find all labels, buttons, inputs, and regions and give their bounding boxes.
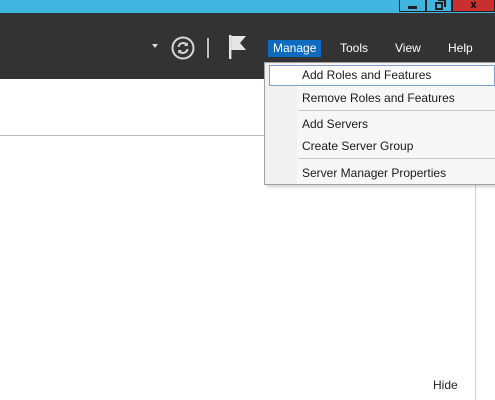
menu-item-create-server-group[interactable]: Create Server Group [269, 136, 495, 157]
menu-item-remove-roles-and-features[interactable]: Remove Roles and Features [269, 88, 495, 109]
menu-item-add-servers[interactable]: Add Servers [269, 114, 495, 135]
menu-manage[interactable]: Manage [268, 40, 322, 57]
minimize-icon [408, 6, 417, 9]
menu-item-add-roles-and-features[interactable]: Add Roles and Features [269, 65, 495, 86]
menu-separator [298, 158, 495, 159]
close-button[interactable]: x [452, 0, 495, 12]
dropdown-arrow-icon[interactable] [152, 44, 158, 48]
server-manager-window: x Manage Tools View Help Hide Add Roles … [0, 0, 495, 400]
manage-dropdown-menu: Add Roles and Features Remove Roles and … [264, 62, 495, 185]
hide-link[interactable]: Hide [433, 377, 458, 393]
toolbar-separator [207, 38, 209, 58]
menu-view[interactable]: View [390, 40, 426, 57]
menu-help[interactable]: Help [443, 40, 478, 57]
title-bar: x [0, 0, 495, 13]
refresh-icon[interactable] [171, 36, 195, 60]
maximize-button[interactable] [426, 0, 452, 12]
menu-tools[interactable]: Tools [335, 40, 373, 57]
close-icon: x [470, 0, 477, 11]
minimize-button[interactable] [399, 0, 426, 12]
menu-item-server-manager-properties[interactable]: Server Manager Properties [269, 163, 495, 184]
notifications-flag-icon[interactable] [228, 34, 248, 60]
menu-separator [298, 110, 495, 111]
maximize-icon [435, 0, 446, 10]
